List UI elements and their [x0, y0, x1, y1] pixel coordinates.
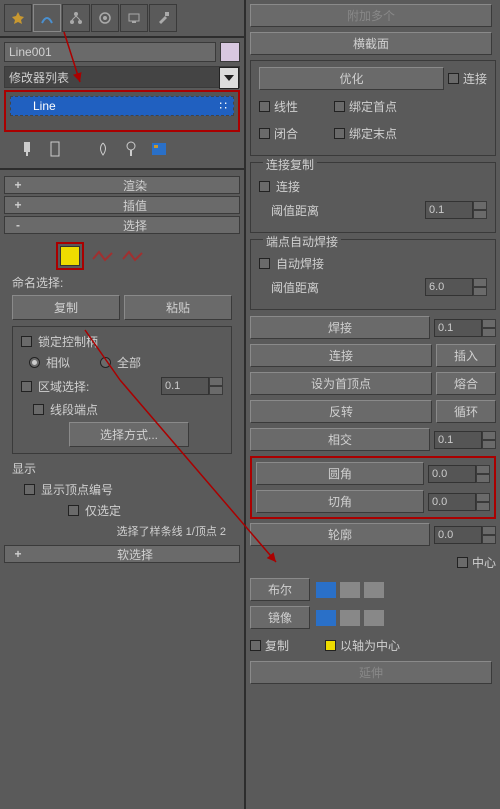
similar-radio[interactable] [29, 357, 40, 368]
about-axis-checkbox[interactable] [325, 640, 336, 651]
paste-button[interactable]: 粘贴 [124, 295, 232, 320]
utilities-tab[interactable] [149, 4, 177, 32]
make-first-button[interactable]: 设为首顶点 [250, 372, 432, 395]
attach-mult-button[interactable]: 附加多个 [250, 4, 492, 27]
motion-tab[interactable] [91, 4, 119, 32]
copy-button[interactable]: 复制 [12, 295, 120, 320]
configure-sets-icon[interactable] [150, 140, 168, 158]
object-name-input[interactable] [4, 42, 216, 62]
all-radio[interactable] [100, 357, 111, 368]
named-selection-label: 命名选择: [12, 274, 232, 291]
chamfer-button[interactable]: 切角 [256, 490, 424, 513]
rollup-selection[interactable]: -选择 [4, 216, 240, 234]
bind-last-checkbox[interactable] [334, 128, 345, 139]
cross-insert-button[interactable]: 相交 [250, 428, 430, 451]
cycle-button[interactable]: 循环 [436, 400, 496, 423]
vertex-subobject-button[interactable] [56, 242, 84, 270]
auto-weld-title: 端点自动焊接 [263, 233, 341, 250]
show-result-icon[interactable] [46, 140, 64, 158]
rollup-render[interactable]: +渲染 [4, 176, 240, 194]
outline-spinner[interactable] [434, 526, 496, 544]
modifier-stack: Line ∷ [4, 90, 240, 132]
display-label: 显示 [12, 460, 232, 477]
area-select-spinner[interactable] [161, 377, 223, 395]
rollup-interp[interactable]: +插值 [4, 196, 240, 214]
object-color-swatch[interactable] [220, 42, 240, 62]
weld-spinner[interactable] [434, 319, 496, 337]
fillet-button[interactable]: 圆角 [256, 462, 424, 485]
remove-modifier-icon[interactable] [122, 140, 140, 158]
reverse-button[interactable]: 反转 [250, 400, 432, 423]
stack-toolbar [18, 140, 236, 158]
pin-stack-icon[interactable] [18, 140, 36, 158]
bool-intersect-icon[interactable] [364, 582, 384, 598]
copy-checkbox[interactable] [250, 640, 261, 651]
connect-copy-checkbox[interactable] [259, 181, 270, 192]
rollup-softsel[interactable]: +软选择 [4, 545, 240, 563]
modifier-list-dropdown[interactable]: 修改器列表 [4, 66, 240, 88]
chevron-down-icon[interactable] [219, 67, 239, 89]
select-by-button[interactable]: 选择方式... [69, 422, 189, 447]
show-vertex-num-checkbox[interactable] [24, 484, 35, 495]
connect-button[interactable]: 连接 [250, 344, 432, 367]
segment-icon[interactable] [92, 249, 114, 263]
segment-end-checkbox[interactable] [33, 404, 44, 415]
fillet-spinner[interactable] [428, 465, 490, 483]
command-panel-tabs [4, 4, 240, 32]
selection-panel: 命名选择: 复制 粘贴 锁定控制柄 相似 全部 区域选择: 线段端点 [4, 236, 240, 545]
bool-union-icon[interactable] [316, 582, 336, 598]
mirror-both-icon[interactable] [364, 610, 384, 626]
chamfer-spinner[interactable] [428, 493, 490, 511]
center-checkbox[interactable] [457, 557, 468, 568]
make-unique-icon[interactable] [94, 140, 112, 158]
lock-handles-checkbox[interactable] [21, 336, 32, 347]
cross-section-button[interactable]: 横截面 [250, 32, 492, 55]
threshold-spinner-1[interactable] [425, 201, 487, 219]
boolean-button[interactable]: 布尔 [250, 578, 310, 601]
threshold-spinner-2[interactable] [425, 278, 487, 296]
stack-item-line[interactable]: Line ∷ [10, 96, 234, 116]
optimize-button[interactable]: 优化 [259, 67, 444, 90]
mirror-button[interactable]: 镜像 [250, 606, 310, 629]
insert-button[interactable]: 插入 [436, 344, 496, 367]
linear-checkbox[interactable] [259, 101, 270, 112]
spline-icon[interactable] [122, 249, 144, 263]
selected-only-checkbox[interactable] [68, 505, 79, 516]
display-tab[interactable] [120, 4, 148, 32]
mirror-v-icon[interactable] [340, 610, 360, 626]
cross-spinner[interactable] [434, 431, 496, 449]
bind-first-checkbox[interactable] [334, 101, 345, 112]
auto-weld-checkbox[interactable] [259, 258, 270, 269]
extend-button[interactable]: 延伸 [250, 661, 492, 684]
weld-button[interactable]: 焊接 [250, 316, 430, 339]
create-tab[interactable] [4, 4, 32, 32]
area-select-checkbox[interactable] [21, 381, 32, 392]
connect-checkbox[interactable] [448, 73, 459, 84]
modify-tab[interactable] [33, 4, 61, 32]
closed-checkbox[interactable] [259, 128, 270, 139]
bool-subtract-icon[interactable] [340, 582, 360, 598]
modifier-list-label: 修改器列表 [9, 69, 69, 86]
connect-copy-title: 连接复制 [263, 156, 317, 173]
selection-status: 选择了样条线 1/顶点 2 [12, 523, 226, 539]
hierarchy-tab[interactable] [62, 4, 90, 32]
mirror-h-icon[interactable] [316, 610, 336, 626]
fuse-button[interactable]: 熔合 [436, 372, 496, 395]
outline-button[interactable]: 轮廓 [250, 523, 430, 546]
